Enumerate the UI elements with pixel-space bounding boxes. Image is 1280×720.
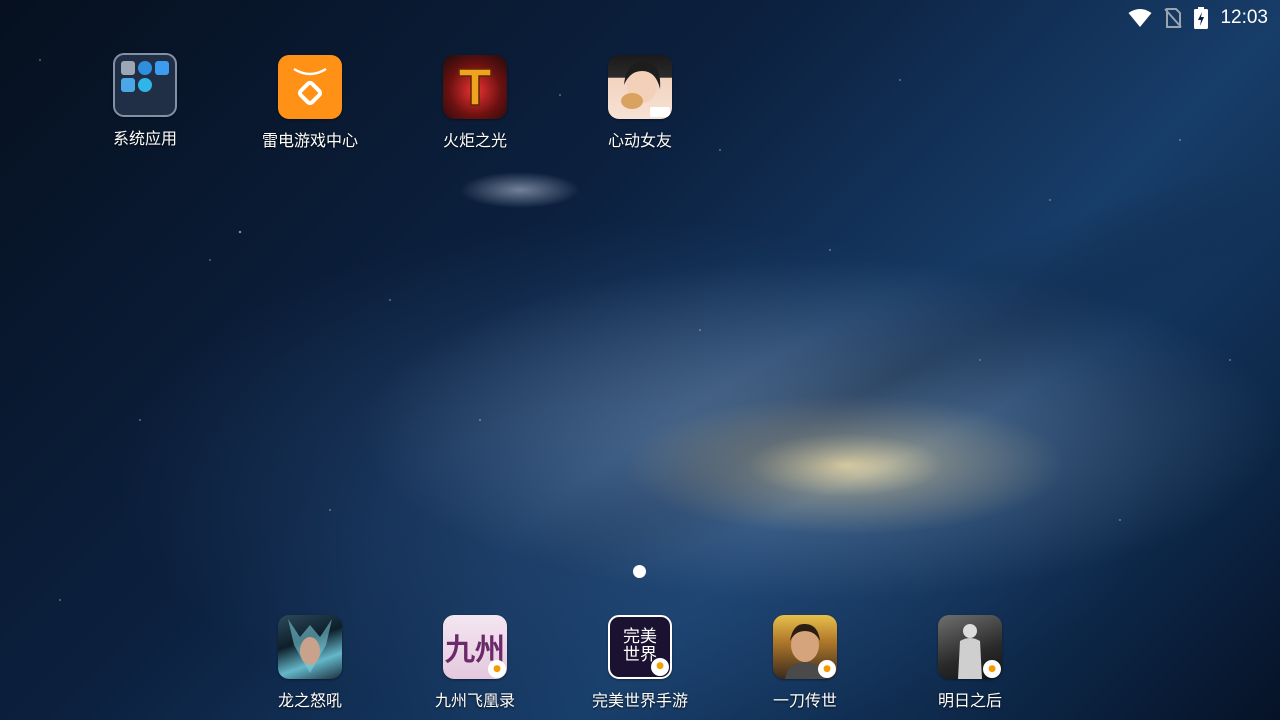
- files-icon: [154, 61, 169, 76]
- leidian-game-center-icon[interactable]: [278, 55, 342, 119]
- app-yidao-chuanshi[interactable]: ● 一刀传世: [740, 615, 870, 711]
- yidao-chuanshi-icon[interactable]: ●: [773, 615, 837, 679]
- clock: 12:03: [1220, 7, 1268, 28]
- home-screen: 12:03 系统应用 雷电游戏中心 火炬之光 心动女友 龙之怒吼 九州 ● 九州…: [0, 0, 1280, 720]
- app-label: 一刀传世: [772, 691, 837, 710]
- app-label: 明日之后: [937, 691, 1002, 710]
- app-label: 火炬之光: [442, 131, 507, 150]
- leidian-badge-icon: ●: [488, 660, 506, 678]
- app-label: 完美世界手游: [591, 691, 688, 710]
- xindong-girlfriend-icon[interactable]: [608, 55, 672, 119]
- app-xindong-girlfriend[interactable]: 心动女友: [575, 55, 705, 151]
- app-label: 龙之怒吼: [277, 691, 342, 710]
- dragon-roar-icon[interactable]: [278, 615, 342, 679]
- app-label: 雷电游戏中心: [261, 131, 358, 150]
- app-jiuzhou[interactable]: 九州 ● 九州飞凰录: [410, 615, 540, 711]
- system-apps-folder-icon[interactable]: [113, 53, 177, 117]
- app-system-apps[interactable]: 系统应用: [80, 53, 210, 149]
- leidian-badge-icon: ●: [818, 660, 836, 678]
- app-dragon-roar[interactable]: 龙之怒吼: [245, 615, 375, 711]
- no-sim-icon: [1164, 8, 1183, 28]
- app-torchlight[interactable]: 火炬之光: [410, 55, 540, 151]
- jiuzhou-icon[interactable]: 九州 ●: [443, 615, 507, 679]
- app-perfect-world[interactable]: 完美世界 ● 完美世界手游: [575, 615, 705, 711]
- leidian-badge-icon: ●: [983, 660, 1001, 678]
- battery-charging-icon: [1194, 7, 1209, 29]
- contacts-icon: [121, 77, 136, 92]
- browser-icon: [137, 61, 152, 76]
- app-label: 心动女友: [607, 131, 672, 150]
- downloads-icon: [137, 77, 152, 92]
- settings-icon: [121, 61, 136, 76]
- app-lifeafter[interactable]: ● 明日之后: [905, 615, 1035, 711]
- wifi-icon: [1128, 8, 1152, 28]
- app-label: 九州飞凰录: [434, 691, 515, 710]
- page-indicator-dot: [633, 565, 646, 578]
- lifeafter-icon[interactable]: ●: [938, 615, 1002, 679]
- app-label: 系统应用: [112, 129, 177, 148]
- status-bar: 12:03: [1080, 0, 1280, 36]
- perfect-world-icon[interactable]: 完美世界 ●: [608, 615, 672, 679]
- torchlight-icon[interactable]: [443, 55, 507, 119]
- app-leidian-game-center[interactable]: 雷电游戏中心: [245, 55, 375, 151]
- tencent-badge-icon: ●: [651, 658, 669, 676]
